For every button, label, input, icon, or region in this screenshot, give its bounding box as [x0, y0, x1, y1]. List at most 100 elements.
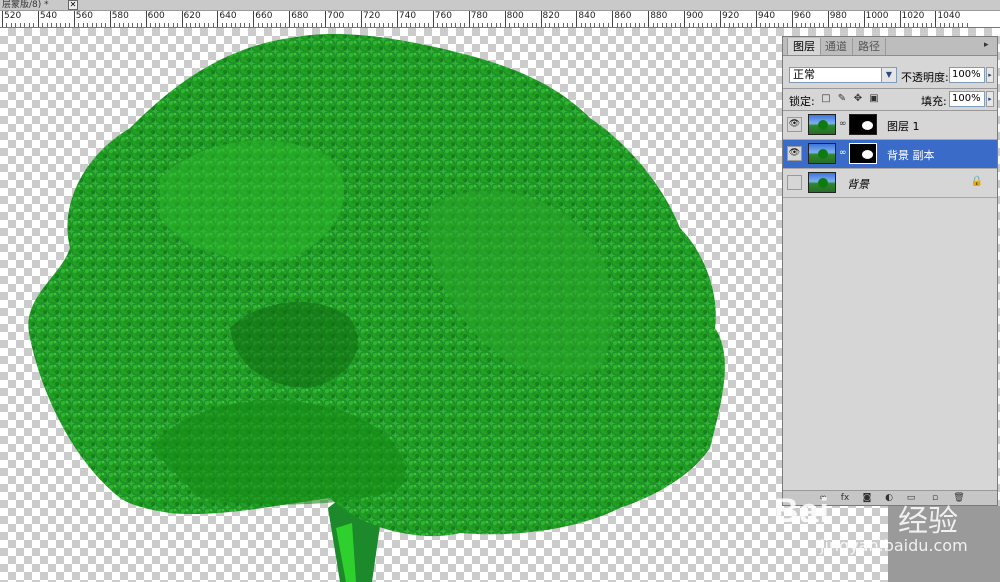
ruler-minor-tick — [823, 23, 825, 27]
ruler-minor-tick — [378, 23, 380, 27]
ruler-minor-tick — [953, 23, 955, 27]
layer-name: 图层 1 — [887, 120, 920, 133]
ruler-minor-tick — [401, 23, 403, 27]
ruler-minor-tick — [531, 23, 533, 27]
layer-name: 背景 副本 — [887, 149, 935, 162]
ruler-minor-tick — [262, 23, 264, 27]
ruler-major-tick — [37, 11, 39, 27]
ruler-minor-tick — [607, 23, 609, 27]
layers-panel: 图层 通道 路径 ▸ 正常 ▼ 不透明度: 100% ▸ 锁定: □ ✎ ✥ ▣… — [782, 36, 998, 506]
ruler-minor-tick — [419, 23, 421, 27]
ruler-minor-tick — [118, 23, 120, 27]
ruler-minor-tick — [271, 23, 273, 27]
fill-field[interactable]: 100% — [949, 91, 985, 107]
ruler-minor-tick — [15, 23, 17, 27]
layer-row[interactable]: 👁 ∞ 图层 1 — [783, 111, 997, 140]
ruler-major-tick — [145, 11, 147, 27]
link-layers-icon[interactable]: ∞ — [817, 492, 829, 504]
ruler-major-tick — [181, 11, 183, 27]
ruler-minor-tick — [509, 23, 511, 27]
delete-layer-icon[interactable]: 🗑 — [953, 492, 965, 504]
tab-paths[interactable]: 路径 — [853, 38, 886, 55]
ruler-minor-tick — [773, 23, 775, 27]
ruler-minor-tick — [688, 23, 690, 27]
ruler-minor-tick — [482, 23, 484, 27]
ruler-minor-tick — [585, 23, 587, 27]
ruler-label: 840 — [578, 11, 596, 21]
ruler-minor-tick — [64, 23, 66, 27]
horizontal-ruler[interactable]: 520 540 560 580 600 620 640 660 680 700 720 740 760 7… — [0, 11, 1000, 28]
layer-style-icon[interactable]: fx — [839, 492, 851, 504]
layer-mask-thumbnail[interactable] — [849, 114, 877, 135]
new-layer-icon[interactable]: ▫ — [929, 492, 941, 504]
ruler-minor-tick — [464, 23, 466, 27]
ruler-minor-tick — [316, 23, 318, 27]
ruler-minor-tick — [221, 23, 223, 27]
panel-menu-icon[interactable]: ▸ — [984, 40, 994, 50]
ruler-minor-tick — [10, 23, 12, 27]
new-group-icon[interactable]: ▭ — [905, 492, 917, 504]
ruler-minor-tick — [962, 23, 964, 27]
ruler-label: 980 — [829, 11, 847, 21]
ruler-minor-tick — [814, 23, 816, 27]
layer-row-selected[interactable]: 👁 ∞ 背景 副本 — [783, 140, 997, 169]
lock-transparent-icon[interactable]: □ — [821, 94, 831, 104]
ruler-major-tick — [899, 11, 901, 27]
link-icon[interactable]: ∞ — [839, 119, 847, 129]
chevron-down-icon: ▼ — [881, 68, 896, 82]
close-icon[interactable]: ✕ — [68, 0, 78, 10]
ruler-minor-tick — [657, 23, 659, 27]
lock-label: 锁定: — [789, 95, 815, 108]
ruler-minor-tick — [60, 23, 62, 27]
ruler-minor-tick — [643, 23, 645, 27]
ruler-minor-tick — [621, 23, 623, 27]
ruler-minor-tick — [136, 23, 138, 27]
ruler-label: 860 — [614, 11, 632, 21]
ruler-label: 960 — [793, 11, 811, 21]
opacity-stepper[interactable]: ▸ — [986, 67, 994, 83]
ruler-label: 1000 — [865, 11, 889, 21]
ruler-minor-tick — [96, 23, 98, 27]
layer-row[interactable]: 背景 🔒 — [783, 169, 997, 198]
ruler-minor-tick — [845, 23, 847, 27]
ruler-minor-tick — [154, 23, 156, 27]
ruler-minor-tick — [100, 23, 102, 27]
ruler-minor-tick — [203, 23, 205, 27]
ruler-minor-tick — [912, 23, 914, 27]
link-icon[interactable]: ∞ — [839, 148, 847, 158]
lock-position-icon[interactable]: ✥ — [853, 94, 863, 104]
ruler-label: 880 — [650, 11, 668, 21]
ruler-minor-tick — [800, 23, 802, 27]
ruler-minor-tick — [473, 23, 475, 27]
ruler-minor-tick — [697, 23, 699, 27]
ruler-minor-tick — [423, 23, 425, 27]
ruler-label: 680 — [291, 11, 309, 21]
blend-mode-select[interactable]: 正常 ▼ — [789, 67, 897, 83]
document-tab[interactable]: 层蒙版/8) * ✕ — [0, 0, 1000, 11]
eye-hidden-icon[interactable] — [787, 175, 802, 190]
add-mask-icon[interactable]: ◙ — [861, 492, 873, 504]
tab-layers[interactable]: 图层 — [787, 38, 821, 55]
eye-icon[interactable]: 👁 — [787, 117, 802, 132]
ruler-label: 780 — [470, 11, 488, 21]
opacity-field[interactable]: 100% — [949, 67, 985, 83]
ruler-minor-tick — [352, 23, 354, 27]
ruler-minor-tick — [522, 23, 524, 27]
adjustment-layer-icon[interactable]: ◐ — [883, 492, 895, 504]
ruler-minor-tick — [208, 23, 210, 27]
ruler-label: 760 — [434, 11, 452, 21]
ruler-minor-tick — [459, 23, 461, 27]
eye-icon[interactable]: 👁 — [787, 146, 802, 161]
fill-stepper[interactable]: ▸ — [986, 91, 994, 107]
tab-channels[interactable]: 通道 — [820, 38, 853, 55]
ruler-minor-tick — [746, 23, 748, 27]
ruler-minor-tick — [168, 23, 170, 27]
lock-image-icon[interactable]: ✎ — [837, 94, 847, 104]
lock-all-icon[interactable]: ▣ — [869, 94, 879, 104]
ruler-label: 820 — [542, 11, 560, 21]
ruler-minor-tick — [69, 23, 71, 27]
ruler-minor-tick — [280, 23, 282, 27]
ruler-label: 540 — [39, 11, 58, 21]
blend-mode-value: 正常 — [793, 68, 815, 81]
layer-mask-thumbnail[interactable] — [849, 143, 877, 164]
